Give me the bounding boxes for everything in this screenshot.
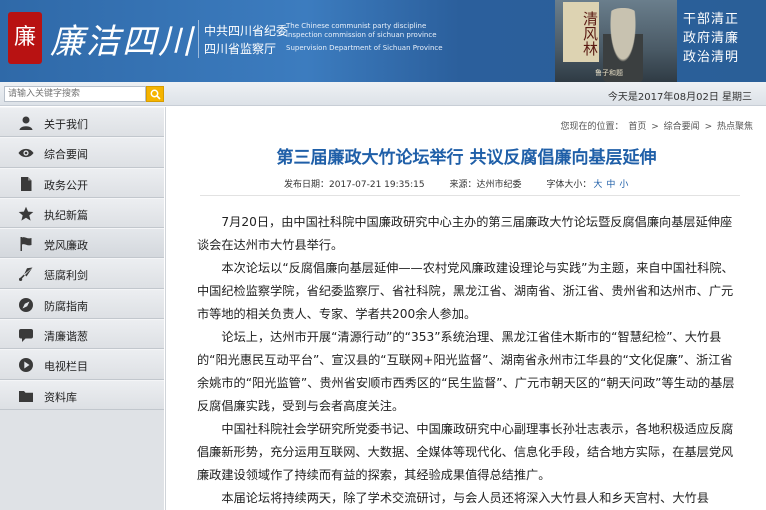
breadcrumb-separator: > — [704, 122, 713, 132]
eye-icon — [18, 149, 34, 158]
sidebar-item-label: 惩腐利剑 — [44, 269, 88, 283]
meta-divider — [200, 195, 740, 196]
sidebar-item-label: 综合要闻 — [44, 148, 88, 162]
org-english-line2: inspection commission of sichuan provinc… — [286, 31, 437, 39]
sidebar-item-label: 执纪新篇 — [44, 208, 88, 222]
sidebar-item-discipline[interactable]: 执纪新篇 — [0, 197, 164, 229]
font-size-medium-button[interactable]: 中 — [606, 180, 615, 190]
sidebar-item-about-us[interactable]: 关于我们 — [0, 107, 164, 138]
breadcrumb-link-news[interactable]: 综合要闻 — [664, 122, 700, 132]
article-title: 第三届廉政大竹论坛举行 共议反腐倡廉向基层延伸 — [276, 148, 657, 168]
sidebar-item-label: 政务公开 — [44, 178, 88, 192]
compass-icon — [19, 297, 33, 312]
breadcrumb-link-home[interactable]: 首页 — [628, 122, 646, 132]
slogan-line: 干部清正 — [683, 12, 740, 27]
sidebar-item-anti-corruption[interactable]: 惩腐利剑 — [0, 258, 164, 289]
document-icon — [21, 176, 32, 191]
sidebar-item-label: 资料库 — [44, 390, 77, 404]
sidebar-item-database[interactable]: 资料库 — [0, 379, 164, 410]
current-date: 今天是2017年08月02日 星期三 — [607, 92, 752, 103]
breadcrumb-link-hot[interactable]: 热点聚焦 — [717, 122, 753, 132]
sidebar-item-news[interactable]: 综合要闻 — [0, 137, 164, 168]
org-name-line1: 中共四川省纪委 — [204, 24, 289, 38]
sidebar-item-label: 清廉谐葱 — [44, 330, 88, 344]
sidebar-item-party-conduct[interactable]: 党风廉政 — [0, 228, 164, 259]
photo-signature: 鲁子和题 — [595, 69, 623, 77]
play-icon — [19, 358, 33, 373]
banner-divider — [198, 20, 199, 58]
font-size-large-button[interactable]: 大 — [593, 180, 602, 190]
banner-photo: 清风林 鲁子和题 — [555, 0, 677, 82]
site-logo-seal[interactable]: 廉 — [8, 12, 42, 64]
banner-slogans: 干部清正 政府清廉 政治清明 — [683, 10, 739, 67]
search-icon — [150, 89, 161, 100]
breadcrumb: 您现在的位置： 首页 > 综合要闻 > 热点聚焦 — [559, 119, 754, 132]
article-paragraph: 论坛上，达州市开展“清源行动”的“353”系统治理、黑龙江省佳木斯市的“智慧纪检… — [197, 330, 735, 413]
site-calligraphy-title[interactable]: 廉洁四川 — [50, 14, 194, 63]
sidebar-item-integrity-culture[interactable]: 清廉谐葱 — [0, 319, 164, 350]
breadcrumb-separator: > — [651, 122, 659, 132]
article-source: 来源：达州市纪委 — [449, 180, 522, 190]
org-english-line3: Supervision Department of Sichuan Provin… — [286, 44, 443, 52]
article-paragraph: 本次论坛以“反腐倡廉向基层延伸——农村党风廉政建设理论与实践”为主题，来自中国社… — [197, 261, 734, 321]
breadcrumb-prefix: 您现在的位置： — [560, 122, 624, 132]
article-meta: 发布日期：2017-07-21 19:35:15 来源：达州市纪委 字体大小：大… — [284, 177, 630, 190]
font-size-small-button[interactable]: 小 — [619, 180, 628, 190]
sidebar-item-government-affairs[interactable]: 政务公开 — [0, 167, 164, 198]
sidebar-item-label: 防腐指南 — [44, 299, 88, 313]
sidebar-nav: 关于我们 综合要闻 政务公开 执纪新篇 党风廉政 惩腐利剑 防腐指南 清廉谐葱 … — [0, 107, 164, 510]
star-icon — [18, 206, 34, 221]
slogan-line: 政治清明 — [683, 50, 740, 65]
org-english-line1: The Chinese communist party discipline — [286, 22, 427, 30]
font-size-label: 字体大小： — [546, 180, 592, 190]
article-paragraph: 7月20日，由中国社科院中国廉政研究中心主办的第三届廉政大竹论坛暨反腐倡廉向基层… — [197, 215, 733, 252]
chat-icon — [19, 329, 33, 343]
sidebar-item-label: 党风廉政 — [44, 239, 88, 253]
article-body: 7月20日，由中国社科院中国廉政研究中心主办的第三届廉政大竹论坛暨反腐倡廉向基层… — [197, 211, 742, 510]
flag-icon — [20, 237, 32, 252]
slogan-line: 政府清廉 — [683, 31, 740, 46]
article-panel: 您现在的位置： 首页 > 综合要闻 > 热点聚焦 第三届廉政大竹论坛举行 共议反… — [165, 107, 766, 510]
article-paragraph: 本届论坛将持续两天，除了学术交流研讨，与会人员还将深入大竹县人和乡天宫村、大竹县 — [221, 491, 709, 505]
publish-date: 发布日期：2017-07-21 19:35:15 — [284, 180, 425, 190]
search-input[interactable] — [4, 86, 146, 102]
sword-icon — [19, 267, 33, 282]
sidebar-item-label: 电视栏目 — [44, 360, 88, 374]
user-icon — [19, 116, 33, 130]
org-name-line2: 四川省监察厅 — [204, 42, 277, 56]
banner-plaque: 清风林 — [563, 2, 599, 62]
site-banner: 廉 廉洁四川 中共四川省纪委 四川省监察厅 The Chinese commun… — [0, 0, 766, 82]
folder-icon — [19, 390, 33, 402]
search-toolbar: 今天是2017年08月02日 星期三 — [0, 82, 766, 106]
search-button[interactable] — [146, 86, 164, 102]
article-paragraph: 中国社科院社会学研究所党委书记、中国廉政研究中心副理事长孙壮志表示，各地积极适应… — [197, 422, 734, 482]
sidebar-item-label: 关于我们 — [44, 118, 88, 131]
sidebar-item-prevention-guide[interactable]: 防腐指南 — [0, 288, 164, 320]
sidebar-item-tv-program[interactable]: 电视栏目 — [0, 349, 164, 380]
